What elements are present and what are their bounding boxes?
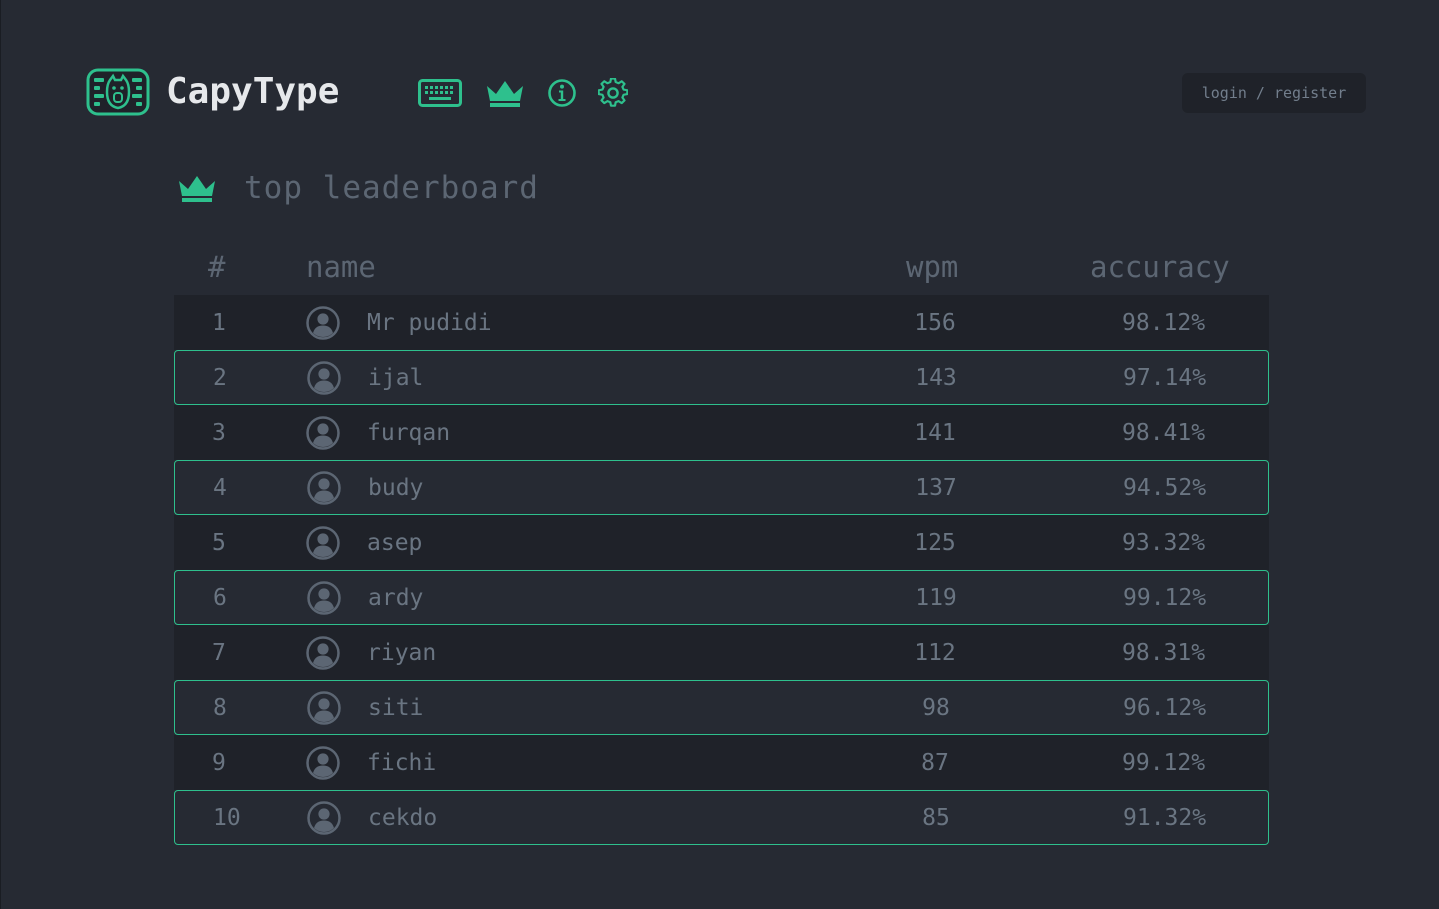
- rank-cell: 7: [212, 639, 226, 666]
- user-avatar-icon: [307, 800, 341, 835]
- avatar: [306, 745, 340, 780]
- accuracy-cell: 98.31%: [1122, 639, 1206, 666]
- rank-cell: 10: [213, 804, 241, 831]
- avatar: [307, 360, 341, 395]
- player-name[interactable]: siti: [368, 695, 423, 721]
- rank-cell: 9: [212, 749, 226, 776]
- player-name[interactable]: riyan: [367, 640, 436, 666]
- wpm-cell: 112: [914, 639, 956, 666]
- accuracy-cell: 98.12%: [1122, 309, 1206, 336]
- accuracy-cell: 98.41%: [1122, 419, 1206, 446]
- avatar: [307, 690, 341, 725]
- player-name[interactable]: asep: [367, 530, 422, 556]
- accuracy-cell: 94.52%: [1123, 474, 1207, 501]
- table-body: 1 Mr pudidi 156 98.12% 2 ijal 143 97.14%…: [174, 295, 1269, 845]
- rank-cell: 6: [213, 584, 227, 611]
- avatar: [306, 635, 340, 670]
- accuracy-cell: 97.14%: [1123, 364, 1207, 391]
- avatar: [306, 525, 340, 560]
- wpm-cell: 119: [915, 584, 957, 611]
- avatar: [307, 800, 341, 835]
- info-icon: [548, 79, 576, 107]
- wpm-cell: 125: [914, 529, 956, 556]
- nav-about[interactable]: [546, 74, 578, 112]
- page-title: top leaderboard: [244, 170, 539, 206]
- nav-leaderboard[interactable]: [484, 74, 526, 112]
- wpm-cell: 87: [921, 749, 949, 776]
- user-avatar-icon: [307, 690, 341, 725]
- wpm-cell: 137: [915, 474, 957, 501]
- rank-cell: 4: [213, 474, 227, 501]
- accuracy-cell: 99.12%: [1123, 584, 1207, 611]
- rank-cell: 1: [212, 309, 226, 336]
- table-row[interactable]: 10 cekdo 85 91.32%: [174, 790, 1269, 845]
- table-row[interactable]: 9 fichi 87 99.12%: [174, 735, 1269, 790]
- accuracy-cell: 91.32%: [1123, 804, 1207, 831]
- table-row[interactable]: 2 ijal 143 97.14%: [174, 350, 1269, 405]
- table-header: # name wpm accuracy: [174, 240, 1269, 295]
- player-name[interactable]: ijal: [368, 365, 423, 391]
- user-avatar-icon: [306, 415, 340, 450]
- crown-icon: [487, 81, 523, 107]
- avatar: [307, 580, 341, 615]
- capybara-logo-icon[interactable]: [86, 68, 150, 116]
- avatar: [306, 415, 340, 450]
- accuracy-cell: 93.32%: [1122, 529, 1206, 556]
- table-row[interactable]: 5 asep 125 93.32%: [174, 515, 1269, 570]
- gear-icon: [598, 78, 628, 107]
- login-register-button[interactable]: login / register: [1182, 73, 1366, 113]
- wpm-cell: 85: [922, 804, 950, 831]
- user-avatar-icon: [306, 635, 340, 670]
- rank-cell: 2: [213, 364, 227, 391]
- user-avatar-icon: [306, 745, 340, 780]
- user-avatar-icon: [307, 360, 341, 395]
- table-row[interactable]: 1 Mr pudidi 156 98.12%: [174, 295, 1269, 350]
- rank-cell: 8: [213, 694, 227, 721]
- leaderboard-heading: top leaderboard: [176, 170, 539, 206]
- table-row[interactable]: 3 furqan 141 98.41%: [174, 405, 1269, 460]
- table-row[interactable]: 4 budy 137 94.52%: [174, 460, 1269, 515]
- user-avatar-icon: [306, 525, 340, 560]
- avatar: [307, 470, 341, 505]
- table-row[interactable]: 6 ardy 119 99.12%: [174, 570, 1269, 625]
- accuracy-cell: 96.12%: [1123, 694, 1207, 721]
- table-row[interactable]: 8 siti 98 96.12%: [174, 680, 1269, 735]
- accuracy-cell: 99.12%: [1122, 749, 1206, 776]
- player-name[interactable]: fichi: [367, 750, 436, 776]
- app-header: CapyType: [86, 68, 339, 116]
- wpm-cell: 156: [914, 309, 956, 336]
- nav-settings[interactable]: [597, 74, 629, 112]
- nav-typing-test[interactable]: [418, 74, 462, 112]
- crown-icon: [179, 176, 215, 202]
- header-name: name: [306, 250, 376, 284]
- header-wpm: wpm: [906, 250, 959, 284]
- player-name[interactable]: budy: [368, 475, 423, 501]
- table-row[interactable]: 7 riyan 112 98.31%: [174, 625, 1269, 680]
- leaderboard-table: # name wpm accuracy 1 Mr pudidi 156 98.1…: [174, 240, 1269, 845]
- rank-cell: 5: [212, 529, 226, 556]
- avatar: [306, 305, 340, 340]
- user-avatar-icon: [307, 470, 341, 505]
- main-nav: [418, 74, 629, 112]
- keyboard-icon: [418, 79, 462, 107]
- brand-name[interactable]: CapyType: [166, 68, 339, 116]
- player-name[interactable]: ardy: [368, 585, 423, 611]
- player-name[interactable]: Mr pudidi: [367, 310, 492, 336]
- header-accuracy: accuracy: [1090, 250, 1230, 284]
- wpm-cell: 143: [915, 364, 957, 391]
- header-rank: #: [208, 250, 226, 284]
- player-name[interactable]: furqan: [367, 420, 450, 446]
- wpm-cell: 98: [922, 694, 950, 721]
- user-avatar-icon: [307, 580, 341, 615]
- rank-cell: 3: [212, 419, 226, 446]
- user-avatar-icon: [306, 305, 340, 340]
- player-name[interactable]: cekdo: [368, 805, 437, 831]
- window-edge: [0, 0, 1, 909]
- wpm-cell: 141: [914, 419, 956, 446]
